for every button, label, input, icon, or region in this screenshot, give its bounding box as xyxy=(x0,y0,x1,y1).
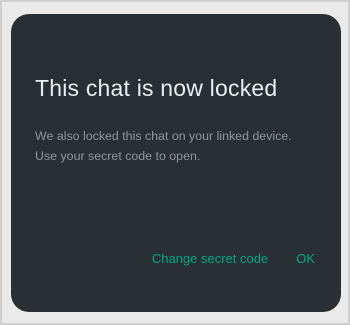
dialog-message-line-2: Use your secret code to open. xyxy=(35,149,201,163)
screenshot-frame: This chat is now locked We also locked t… xyxy=(0,0,350,325)
dialog-message-line-1: We also locked this chat on your linked … xyxy=(35,129,292,143)
dialog-actions: Change secret code OK xyxy=(152,251,315,266)
dialog-message: We also locked this chat on your linked … xyxy=(35,126,335,166)
ok-button[interactable]: OK xyxy=(296,251,315,266)
dialog-title: This chat is now locked xyxy=(35,75,278,101)
change-secret-code-button[interactable]: Change secret code xyxy=(152,251,268,266)
chat-locked-dialog: This chat is now locked We also locked t… xyxy=(11,14,341,312)
